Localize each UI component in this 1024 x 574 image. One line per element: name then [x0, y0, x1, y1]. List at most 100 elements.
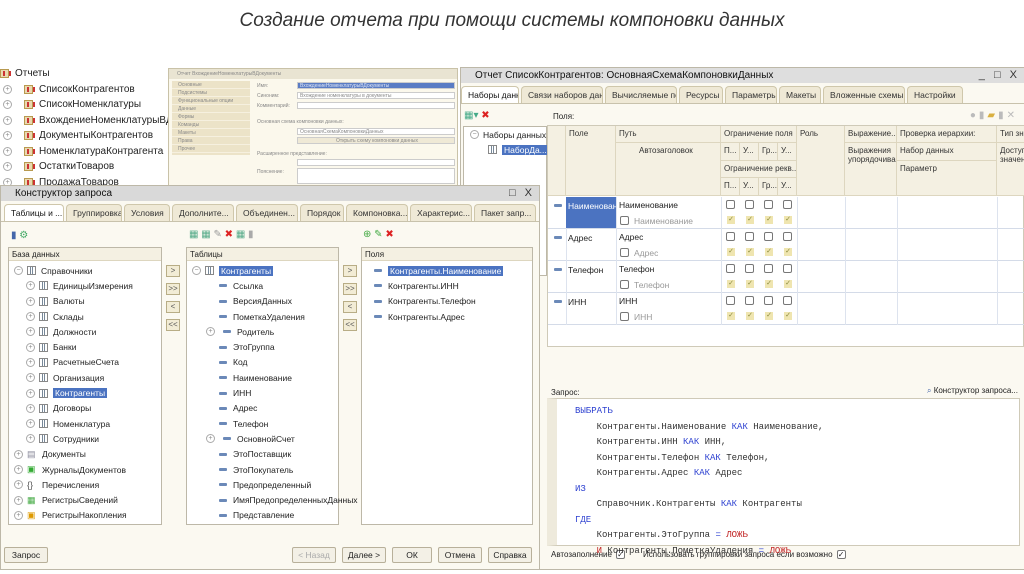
comment-field[interactable] [297, 102, 455, 109]
db-tree-item[interactable]: + Организация [9, 370, 161, 385]
expand-icon[interactable]: + [3, 131, 12, 141]
restrict-checkbox[interactable] [745, 296, 754, 305]
move-button[interactable]: << [343, 319, 357, 331]
query-text-editor[interactable]: ВЫБРАТЬ Контрагенты.Наименование КАК Наи… [547, 398, 1020, 556]
expand-icon[interactable]: + [3, 115, 12, 125]
tab[interactable]: Наборы данных [461, 86, 519, 103]
title-checkbox[interactable] [620, 248, 629, 257]
restrict-req-checkbox[interactable]: ✓ [765, 280, 773, 288]
restrict-req-checkbox[interactable]: ✓ [765, 248, 773, 256]
db-tree-item[interactable]: + Валюты [9, 294, 161, 309]
tab[interactable]: Порядок [300, 204, 344, 221]
restrict-req-checkbox[interactable]: ✓ [784, 248, 792, 256]
reports-root[interactable]: Отчеты [0, 66, 166, 82]
move-button[interactable]: >> [343, 283, 357, 295]
report-item[interactable]: + СписокКонтрагентов [0, 82, 166, 98]
expand-icon[interactable]: + [3, 100, 12, 110]
table-tree-item[interactable]: ЭтоПокупатель [187, 462, 338, 477]
restrict-checkbox[interactable] [726, 264, 735, 273]
expand-icon[interactable]: + [26, 434, 35, 444]
selected-field-item[interactable]: Контрагенты.Адрес [362, 309, 532, 324]
table-tree-item[interactable]: Адрес [187, 401, 338, 416]
table-tree-item[interactable]: Предопределенный [187, 477, 338, 492]
window-controls[interactable]: _ □ X [979, 68, 1020, 83]
table-tree-item[interactable]: Наименование [187, 370, 338, 385]
tab[interactable]: Дополните... [172, 204, 234, 221]
dialog-nav-item[interactable]: Команды [172, 121, 250, 129]
move-button[interactable]: < [166, 301, 180, 313]
move-button[interactable]: > [166, 265, 180, 277]
db-tree-item[interactable]: + ▤ Документы [9, 447, 161, 462]
expand-icon[interactable]: + [26, 327, 35, 337]
expand-icon[interactable]: + [14, 465, 23, 474]
dialog-nav-item[interactable]: Прочее [172, 145, 250, 153]
restrict-checkbox[interactable] [764, 296, 773, 305]
db-tree-item[interactable]: + Номенклатура [9, 416, 161, 431]
restrict-checkbox[interactable] [783, 264, 792, 273]
db-tree-item[interactable]: + Сотрудники [9, 431, 161, 446]
report-item[interactable]: + НоменклатураКонтрагента [0, 144, 166, 160]
selected-field-item[interactable]: Контрагенты.Телефон [362, 294, 532, 309]
db-tree-item[interactable]: + Склады [9, 309, 161, 324]
restrict-checkbox[interactable] [783, 232, 792, 241]
expand-icon[interactable]: + [14, 510, 23, 520]
expand-icon[interactable]: + [206, 327, 215, 337]
restrict-req-checkbox[interactable]: ✓ [727, 280, 735, 288]
expand-icon[interactable]: + [14, 480, 23, 490]
tab[interactable]: Связи наборов данных [521, 86, 603, 103]
dialog-nav-item[interactable]: Основные [172, 81, 250, 89]
field-row[interactable]: ИНН ИНН ИНН ✓ ✓ ✓ ✓ [548, 293, 1024, 325]
restrict-req-checkbox[interactable]: ✓ [784, 280, 792, 288]
restrict-req-checkbox[interactable]: ✓ [746, 216, 754, 224]
delete-dataset-icon[interactable]: ✖ [481, 110, 489, 121]
db-tree-item[interactable]: + {} Перечисления [9, 477, 161, 492]
table-tree-item[interactable]: Код [187, 355, 338, 370]
delete-all-icon[interactable]: ▦ [236, 229, 245, 240]
table-tree-item[interactable]: + Родитель [187, 324, 338, 339]
add-dataset-icon[interactable]: ▦▾ [464, 110, 478, 121]
table-tree-item[interactable]: ИНН [187, 385, 338, 400]
db-tree-item[interactable]: + Договоры [9, 401, 161, 416]
restrict-checkbox[interactable] [726, 232, 735, 241]
restrict-checkbox[interactable] [745, 264, 754, 273]
title-checkbox[interactable] [620, 216, 629, 225]
tab[interactable]: Вложенные схемы [823, 86, 905, 103]
move-button[interactable]: < [343, 301, 357, 313]
table-tree-item[interactable]: Представление [187, 508, 338, 523]
table-tree-item[interactable]: ИмяПредопределенныхДанных [187, 492, 358, 507]
back-button[interactable]: < Назад [292, 547, 336, 563]
restrict-req-checkbox[interactable]: ✓ [765, 312, 773, 320]
collapse-icon[interactable]: − [192, 266, 201, 276]
expand-icon[interactable]: − [14, 266, 23, 276]
dialog-nav-item[interactable]: Подсистемы [172, 89, 250, 97]
tab[interactable]: Настройки [907, 86, 963, 103]
synonym-field[interactable]: Вхождение номенклатуры в документы [297, 92, 455, 99]
db-tree-item[interactable]: + Должности [9, 324, 161, 339]
restrict-checkbox[interactable] [745, 200, 754, 209]
restrict-req-checkbox[interactable]: ✓ [746, 248, 754, 256]
expand-icon[interactable]: + [26, 296, 35, 306]
restrict-req-checkbox[interactable]: ✓ [746, 280, 754, 288]
expand-icon[interactable]: + [14, 449, 23, 459]
copy-icon[interactable]: ▮ [248, 229, 254, 240]
name-field[interactable]: ВхождениеНоменклатурыВДокументы [297, 82, 455, 89]
dialog-nav-item[interactable]: Функциональные опции [172, 97, 250, 105]
tab[interactable]: Объединен... [236, 204, 298, 221]
title-checkbox[interactable] [620, 312, 629, 321]
dialog-nav-item[interactable]: Формы [172, 113, 250, 121]
schema-field[interactable]: ОсновнаяСхемаКомпоновкиДанных [297, 128, 455, 135]
next-button[interactable]: Далее > [342, 547, 386, 563]
move-icon[interactable]: ▮ [998, 110, 1007, 121]
restrict-checkbox[interactable] [726, 296, 735, 305]
restrict-req-checkbox[interactable]: ✓ [765, 216, 773, 224]
table-tree-item[interactable]: − Контрагенты [187, 263, 338, 278]
tab[interactable]: Макеты [779, 86, 821, 103]
report-item[interactable]: + ВхождениеНоменклатурыВДок [0, 113, 183, 129]
expand-icon[interactable]: + [3, 146, 12, 156]
db-tree-item[interactable]: − Справочники [9, 263, 161, 278]
delete-icon[interactable]: ✖ [225, 229, 233, 240]
expand-icon[interactable]: + [26, 357, 35, 367]
move-button[interactable]: << [166, 319, 180, 331]
table-tree-item[interactable]: Телефон [187, 416, 338, 431]
table-tree-item[interactable]: ВерсияДанных [187, 294, 338, 309]
